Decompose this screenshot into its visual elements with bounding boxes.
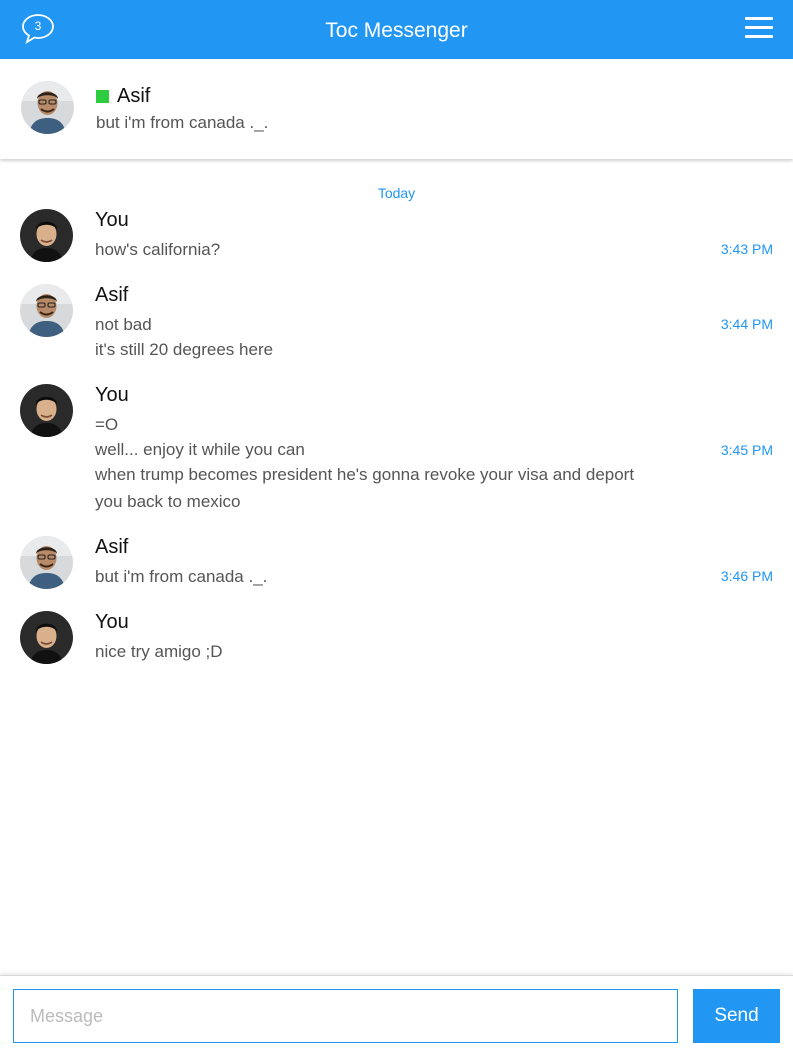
message-text: how's california? bbox=[95, 240, 221, 259]
message-time: 3:45 PM bbox=[720, 442, 773, 458]
sender-avatar bbox=[20, 536, 73, 589]
message-composer: Send bbox=[0, 975, 793, 1058]
message-text: but i'm from canada ._. bbox=[95, 567, 268, 586]
message-text: you back to mexico bbox=[95, 492, 241, 511]
sender-avatar bbox=[20, 384, 73, 437]
message-sender: Asif bbox=[95, 536, 129, 558]
message-sender: You bbox=[95, 209, 129, 231]
hamburger-menu-icon[interactable] bbox=[745, 17, 773, 39]
message-sender: You bbox=[95, 611, 129, 633]
contact-name: Asif bbox=[117, 84, 151, 107]
sender-avatar bbox=[20, 209, 73, 262]
contact-avatar bbox=[21, 81, 74, 134]
sender-avatar bbox=[20, 284, 73, 337]
app-title: Toc Messenger bbox=[325, 19, 468, 42]
app-header: 3 Toc Messenger bbox=[0, 0, 793, 59]
contact-last-message: but i'm from canada ._. bbox=[96, 113, 269, 132]
online-status-indicator bbox=[96, 89, 109, 103]
message-time: 3:44 PM bbox=[720, 316, 773, 332]
message-text: not bad bbox=[95, 315, 152, 334]
sender-avatar bbox=[20, 611, 73, 664]
message-text: well... enjoy it while you can bbox=[95, 440, 305, 459]
message-sender: You bbox=[95, 384, 129, 406]
message-sender: Asif bbox=[95, 284, 129, 306]
message-input[interactable] bbox=[13, 989, 678, 1043]
day-separator: Today bbox=[377, 185, 416, 201]
message-text: =O bbox=[95, 415, 119, 434]
conversation-header[interactable]: Asif but i'm from canada ._. bbox=[0, 59, 793, 159]
message-time: 3:43 PM bbox=[720, 241, 773, 257]
contact-name-row: Asif bbox=[96, 83, 150, 109]
message-text: when trump becomes president he's gonna … bbox=[95, 465, 635, 484]
message-text: it's still 20 degrees here bbox=[95, 340, 274, 359]
message-time: 3:46 PM bbox=[720, 568, 773, 584]
send-button[interactable]: Send bbox=[693, 989, 780, 1043]
message-text: nice try amigo ;D bbox=[95, 642, 223, 661]
